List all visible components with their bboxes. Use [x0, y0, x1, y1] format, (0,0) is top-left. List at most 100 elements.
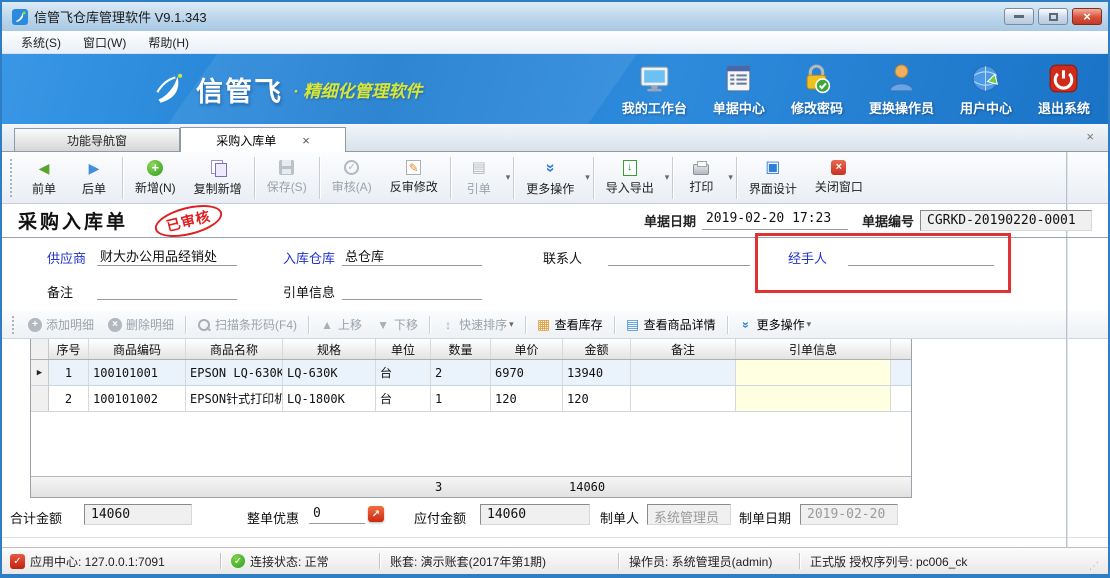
remark-label: 备注 [47, 282, 73, 301]
audit-button[interactable]: 审核(A) [323, 157, 381, 198]
status-bar: 应用中心: 127.0.0.1:7091 连接状态: 正常 账套: 演示账套(2… [2, 547, 1108, 574]
menu-window[interactable]: 窗口(W) [72, 31, 137, 54]
banner-action-exit[interactable]: 退出系统 [1038, 62, 1090, 117]
dropdown-arrow-icon[interactable]: ▾ [585, 172, 590, 183]
unaudit-modify-button[interactable]: 反审修改 [381, 157, 447, 198]
edit-pencil-icon [406, 160, 421, 175]
total-amount-label: 合计金额 [10, 508, 62, 527]
tab-purchase-inbound[interactable]: 采购入库单 × [180, 127, 346, 152]
new-button[interactable]: 新增(N) [126, 157, 185, 199]
tabbar-close-icon[interactable]: × [1086, 129, 1094, 144]
brand-logo: 信管飞 · 精细化管理软件 [150, 70, 422, 109]
brand-swoosh-icon [150, 70, 188, 108]
summary-qty-total: 3 [435, 480, 442, 494]
dropdown-arrow-icon[interactable]: ▾ [506, 172, 511, 183]
move-down-button[interactable]: 下移 [369, 313, 425, 336]
toolbar-grip [10, 159, 15, 197]
print-button[interactable]: 打印 [676, 157, 726, 198]
view-stock-button[interactable]: 查看库存 [530, 313, 610, 336]
col-header-unit[interactable]: 单位 [376, 339, 431, 359]
warehouse-field[interactable]: 总仓库 [342, 246, 482, 266]
document-icon [470, 159, 488, 177]
close-window-button[interactable]: 关闭窗口 [806, 157, 872, 198]
dropdown-arrow-icon: ▾ [807, 319, 812, 330]
document-header: 采购入库单 已审核 单据日期 2019-02-20 17:23 单据编号 CGR… [2, 204, 1108, 238]
ref-info-field[interactable] [342, 280, 482, 300]
dropdown-arrow-icon[interactable]: ▾ [665, 172, 670, 183]
discount-field[interactable]: 0 [309, 504, 365, 524]
doc-date-label: 单据日期 [644, 211, 696, 230]
copy-new-button[interactable]: 复制新增 [185, 156, 251, 200]
ref-doc-button[interactable]: 引单 [454, 156, 504, 200]
next-doc-button[interactable]: 后单 [69, 156, 119, 200]
col-header-name[interactable]: 商品名称 [186, 339, 283, 359]
maker-field: 系统管理员 [647, 504, 731, 525]
minimize-button[interactable] [1004, 8, 1034, 25]
close-button[interactable] [1072, 8, 1102, 25]
resize-grip[interactable]: ⋰ [1089, 561, 1100, 574]
scan-barcode-button[interactable]: 扫描条形码(F4) [190, 313, 304, 336]
printer-icon [693, 164, 709, 175]
more-actions-button[interactable]: 更多操作 [517, 156, 583, 200]
import-export-button[interactable]: 导入导出 [597, 157, 663, 199]
discount-adjust-icon[interactable] [368, 506, 384, 522]
handler-field[interactable] [848, 246, 994, 266]
col-header-seq[interactable]: 序号 [49, 339, 89, 359]
prev-doc-button[interactable]: 前单 [19, 156, 69, 200]
detail-form-icon [626, 318, 640, 332]
view-product-detail-button[interactable]: 查看商品详情 [619, 313, 723, 336]
save-button[interactable]: 保存(S) [258, 157, 316, 198]
banner-action-user-center[interactable]: 用户中心 [960, 62, 1012, 117]
ui-design-button[interactable]: 界面设计 [740, 156, 806, 200]
col-header-spec[interactable]: 规格 [283, 339, 376, 359]
document-toolbar: 前单 后单 新增(N) 复制新增 保存(S) 审核(A) 反审修改 引单▾ 更多… [2, 152, 1108, 204]
switch-operator-user-icon [885, 62, 918, 95]
table-row[interactable]: ▶ 1 100101001 EPSON LQ-630K LQ-630K 台 2 … [31, 360, 911, 386]
supplier-field[interactable]: 财大办公用品经销处 [97, 246, 237, 266]
change-password-lock-icon [800, 62, 833, 95]
banner-action-switch-operator[interactable]: 更换操作员 [869, 62, 934, 117]
banner-action-change-password[interactable]: 修改密码 [791, 62, 843, 117]
col-header-price[interactable]: 单价 [491, 339, 563, 359]
col-header-remark[interactable]: 备注 [631, 339, 736, 359]
arrow-right-icon [85, 159, 103, 177]
contact-field[interactable] [608, 246, 750, 266]
grid-corner-cell [31, 339, 49, 359]
move-up-button[interactable]: 上移 [313, 313, 369, 336]
status-separator [379, 553, 380, 569]
status-separator [618, 553, 619, 569]
banner-action-document-center[interactable]: 单据中心 [713, 62, 765, 117]
restore-button[interactable] [1038, 8, 1068, 25]
remark-field[interactable] [97, 280, 237, 300]
tab-close-icon[interactable]: × [302, 133, 310, 148]
col-header-amount[interactable]: 金额 [563, 339, 631, 359]
toolbar-grip [12, 316, 17, 334]
summary-amount-total: 14060 [569, 480, 605, 494]
dropdown-arrow-icon[interactable]: ▾ [728, 172, 733, 183]
status-account-set: 账套: 演示账套(2017年第1期) [390, 553, 608, 570]
tab-nav-window[interactable]: 功能导航窗 [14, 128, 180, 151]
payable-label: 应付金额 [414, 508, 466, 527]
doc-date-field[interactable]: 2019-02-20 17:23 [702, 211, 848, 230]
col-header-code[interactable]: 商品编码 [89, 339, 186, 359]
status-separator [799, 553, 800, 569]
plus-circle-icon: + [28, 318, 42, 332]
col-header-qty[interactable]: 数量 [431, 339, 491, 359]
x-circle-icon: × [108, 318, 122, 332]
col-header-refinfo[interactable]: 引单信息 [736, 339, 891, 359]
menu-system[interactable]: 系统(S) [10, 31, 72, 54]
contact-label: 联系人 [543, 248, 582, 267]
more-detail-actions-button[interactable]: 更多操作▾ [732, 313, 819, 336]
workbench-monitor-icon [638, 62, 671, 95]
detail-grid: 序号 商品编码 商品名称 规格 单位 数量 单价 金额 备注 引单信息 ▶ 1 … [30, 339, 912, 498]
red-close-icon [831, 160, 846, 175]
quick-sort-button[interactable]: 快速排序▾ [434, 313, 521, 336]
table-row[interactable]: 2 100101002 EPSON针式打印机 LQ-1800K 台 1 120 … [31, 386, 911, 412]
arrow-left-icon [35, 159, 53, 177]
add-detail-button[interactable]: +添加明细 [21, 313, 101, 336]
row-indicator [31, 386, 49, 411]
menu-help[interactable]: 帮助(H) [137, 31, 200, 54]
delete-detail-button[interactable]: ×删除明细 [101, 313, 181, 336]
audit-check-icon [344, 160, 359, 175]
banner-action-workbench[interactable]: 我的工作台 [622, 62, 687, 117]
